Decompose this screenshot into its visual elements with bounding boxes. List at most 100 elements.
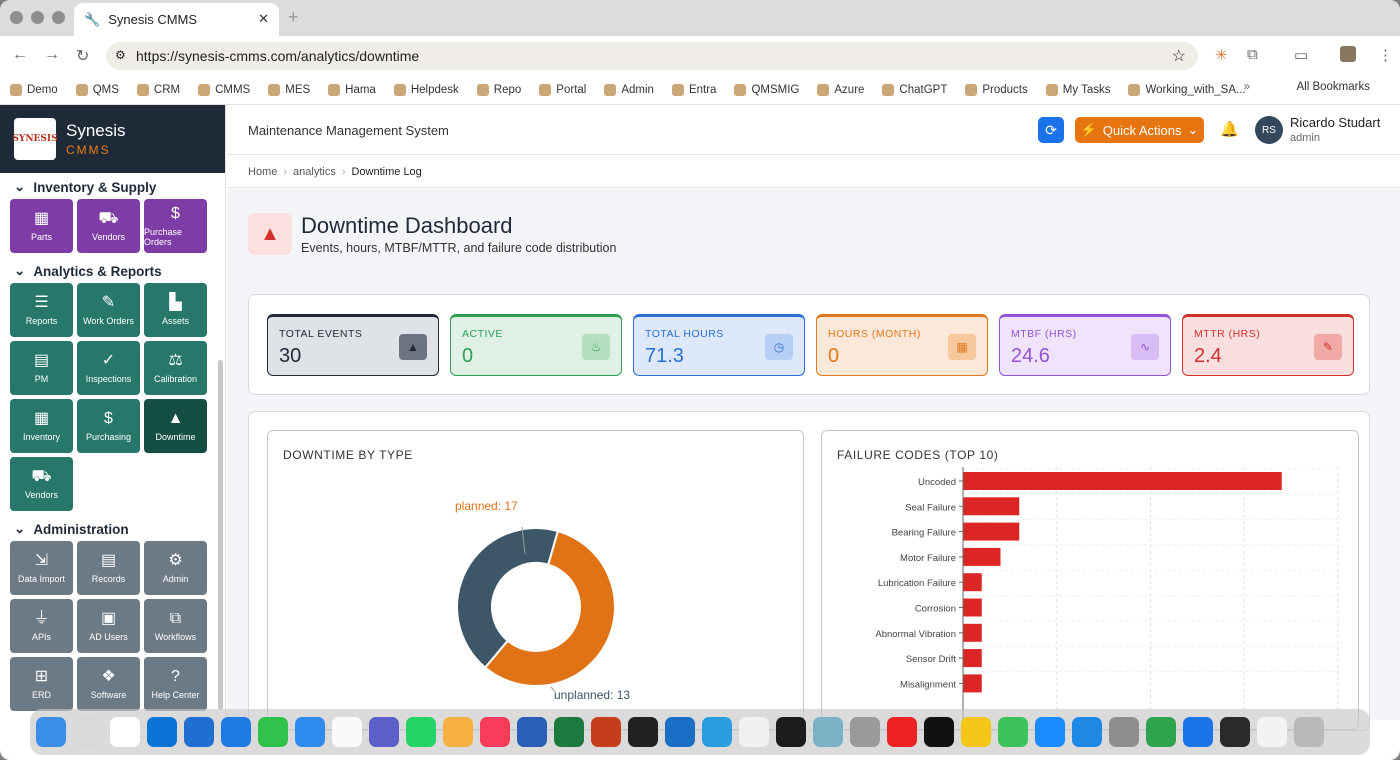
sidebar-tile[interactable]: $ Purchasing [77, 399, 140, 453]
sidebar-section-header[interactable]: ⌄ Analytics & Reports [0, 259, 225, 283]
dock-app-icon[interactable] [480, 717, 510, 747]
dock-app-icon[interactable] [813, 717, 843, 747]
bookmark-item[interactable]: Portal [539, 83, 586, 96]
bookmark-item[interactable]: MES [268, 83, 310, 96]
sidebar-tile[interactable]: ⛟ Vendors [77, 199, 140, 253]
browser-tab[interactable]: 🔧 Synesis CMMS ✕ [74, 3, 279, 36]
dock-app-icon[interactable] [1257, 717, 1287, 747]
sidebar-tile[interactable]: ▲ Downtime [144, 399, 207, 453]
sidebar-tile[interactable]: ☰ Reports [10, 283, 73, 337]
sidebar-tile[interactable]: ? Help Center [144, 657, 207, 711]
sidebar-tile[interactable]: ✓ Inspections [77, 341, 140, 395]
dock-app-icon[interactable] [887, 717, 917, 747]
dock-app-icon[interactable] [554, 717, 584, 747]
bar-uncoded[interactable] [963, 472, 1282, 490]
dock-app-icon[interactable] [1146, 717, 1176, 747]
maximize-window-icon[interactable] [52, 11, 65, 24]
bookmark-item[interactable]: CMMS [198, 83, 250, 96]
menu-icon[interactable]: ⋮ [1378, 46, 1393, 64]
breadcrumb-home[interactable]: Home [248, 166, 277, 178]
sidebar-tile[interactable]: ⧉ Workflows [144, 599, 207, 653]
bar-abnormal-vibration[interactable] [963, 623, 982, 642]
dock-app-icon[interactable] [998, 717, 1028, 747]
bar-corrosion[interactable] [963, 598, 982, 617]
dock-app-icon[interactable] [1109, 717, 1139, 747]
bar-sensor-drift[interactable] [963, 649, 982, 668]
bookmark-item[interactable]: Entra [671, 83, 716, 96]
all-bookmarks[interactable]: All Bookmarks [1297, 81, 1371, 93]
dock-app-icon[interactable] [1035, 717, 1065, 747]
sidebar-tile[interactable]: ⚙ Admin [144, 541, 207, 595]
bar-misalignment[interactable] [963, 674, 982, 693]
dock-app-icon[interactable] [628, 717, 658, 747]
dock-app-icon[interactable] [184, 717, 214, 747]
bookmark-item[interactable]: QMS [75, 83, 119, 96]
dock-app-icon[interactable] [739, 717, 769, 747]
tab-search-icon[interactable]: ▭ [1294, 46, 1308, 64]
bookmark-item[interactable]: ChatGPT [882, 83, 947, 96]
more-bookmarks-icon[interactable]: » [1244, 81, 1250, 93]
dock-app-icon[interactable] [147, 717, 177, 747]
dock-app-icon[interactable] [1294, 717, 1324, 747]
dock-app-icon[interactable] [1183, 717, 1213, 747]
sidebar-tile[interactable]: ⚖ Calibration [144, 341, 207, 395]
sidebar-section-header[interactable]: ⌄ Inventory & Supply [0, 175, 225, 199]
sidebar-tile[interactable]: ❖ Software [77, 657, 140, 711]
bookmark-item[interactable]: Admin [604, 83, 654, 96]
bookmark-item[interactable]: Working_with_SA... [1128, 83, 1246, 96]
avatar[interactable]: RS [1255, 116, 1283, 144]
dock-app-icon[interactable] [924, 717, 954, 747]
notification-bell-icon[interactable]: 🔔 [1220, 120, 1239, 138]
close-window-icon[interactable] [10, 11, 23, 24]
bar-motor-failure[interactable] [963, 547, 1001, 566]
profile-avatar[interactable] [1340, 46, 1356, 62]
bookmark-item[interactable]: Products [965, 83, 1028, 96]
dock-app-icon[interactable] [443, 717, 473, 747]
dock-app-icon[interactable] [36, 717, 66, 747]
bookmark-star-icon[interactable]: ☆ [1172, 46, 1186, 66]
bookmark-item[interactable]: Repo [476, 83, 521, 96]
bookmark-item[interactable]: Helpdesk [393, 83, 459, 96]
breadcrumb-section[interactable]: analytics [293, 166, 336, 178]
dock-app-icon[interactable] [1072, 717, 1102, 747]
sidebar-tile[interactable]: ⛟ Vendors [10, 457, 73, 511]
sidebar-tile[interactable]: ▦ Inventory [10, 399, 73, 453]
sidebar-tile[interactable]: ▤ PM [10, 341, 73, 395]
sidebar-tile[interactable]: ▙ Assets [144, 283, 207, 337]
sidebar-tile[interactable]: ⇲ Data Import [10, 541, 73, 595]
dock-app-icon[interactable] [73, 717, 103, 747]
forward-icon[interactable]: → [44, 46, 60, 64]
sidebar-section-header[interactable]: ⌄ Administration [0, 517, 225, 541]
user-name[interactable]: Ricardo Studart [1290, 115, 1380, 130]
quick-actions-button[interactable]: ⚡ Quick Actions ⌄ [1075, 117, 1204, 143]
sidebar-tile[interactable]: ▣ AD Users [77, 599, 140, 653]
dock-app-icon[interactable] [1220, 717, 1250, 747]
bookmark-item[interactable]: Azure [817, 83, 864, 96]
refresh-button[interactable]: ⟳ [1038, 117, 1064, 143]
dock-app-icon[interactable] [295, 717, 325, 747]
back-icon[interactable]: ← [12, 46, 28, 64]
sidebar-tile[interactable]: $ Purchase Orders [144, 199, 207, 253]
new-tab-icon[interactable]: + [288, 7, 299, 28]
site-settings-icon[interactable]: ⚙ [115, 48, 126, 62]
dock-app-icon[interactable] [961, 717, 991, 747]
dock-app-icon[interactable] [258, 717, 288, 747]
bar-bearing-failure[interactable] [963, 522, 1020, 541]
sidebar-tile[interactable]: ✎ Work Orders [77, 283, 140, 337]
bookmark-item[interactable]: Demo [10, 83, 58, 96]
sidebar-tile[interactable]: ⊞ ERD [10, 657, 73, 711]
sidebar-scrollbar[interactable] [218, 360, 223, 710]
close-tab-icon[interactable]: ✕ [258, 11, 269, 27]
address-bar[interactable]: ⚙ https://synesis-cmms.com/analytics/dow… [106, 42, 1198, 70]
puzzle-icon[interactable]: ⧉ [1247, 46, 1258, 63]
dock-app-icon[interactable] [110, 717, 140, 747]
sidebar-tile[interactable]: ▦ Parts [10, 199, 73, 253]
bookmark-item[interactable]: QMSMIG [734, 83, 799, 96]
brand-header[interactable]: SYNESIS Synesis CMMS [0, 105, 225, 173]
bookmark-item[interactable]: My Tasks [1045, 83, 1110, 96]
sidebar-tile[interactable]: ▤ Records [77, 541, 140, 595]
dock-app-icon[interactable] [517, 717, 547, 747]
minimize-window-icon[interactable] [31, 11, 44, 24]
bookmark-item[interactable]: Hama [328, 83, 376, 96]
dock-app-icon[interactable] [776, 717, 806, 747]
